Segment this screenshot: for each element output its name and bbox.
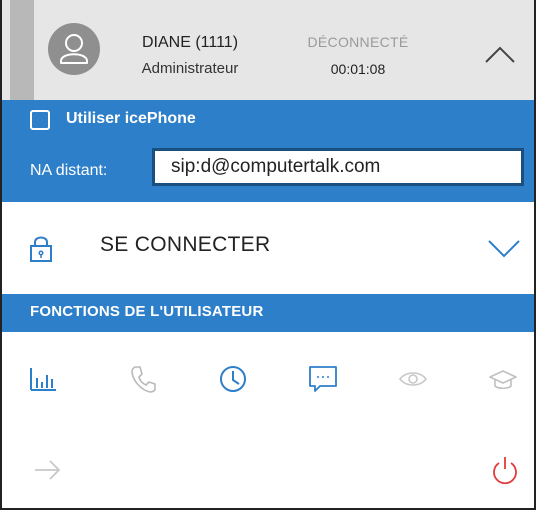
- bar-chart-icon[interactable]: [28, 364, 58, 394]
- avatar: [48, 23, 100, 75]
- eye-icon[interactable]: [398, 364, 428, 394]
- power-icon[interactable]: [490, 455, 520, 485]
- use-icephone-checkbox[interactable]: [30, 110, 50, 130]
- clock-icon[interactable]: [218, 364, 248, 394]
- user-role: Administrateur: [141, 60, 239, 77]
- remote-na-input[interactable]: [152, 148, 524, 186]
- remote-na-label: NA distant:: [30, 162, 108, 179]
- user-functions-title: FONCTIONS DE L'UTILISATEUR: [30, 303, 264, 320]
- chat-icon[interactable]: [308, 364, 338, 394]
- arrow-right-icon[interactable]: [32, 455, 62, 485]
- phone-icon[interactable]: [128, 364, 158, 394]
- use-icephone-label: Utiliser icePhone: [66, 110, 196, 127]
- user-name: DIANE (1111): [141, 34, 239, 51]
- agent-header: DIANE (1111) Administrateur DÉCONNECTÉ 0…: [2, 0, 534, 100]
- graduation-cap-icon[interactable]: [488, 364, 518, 394]
- chevron-down-icon[interactable]: [486, 236, 522, 260]
- collapse-button[interactable]: [480, 38, 520, 68]
- user-icon: [60, 34, 88, 64]
- header-drag-strip: [10, 0, 34, 100]
- connection-status: DÉCONNECTÉ: [307, 34, 409, 50]
- status-timer: 00:01:08: [330, 61, 386, 77]
- agent-panel: DIANE (1111) Administrateur DÉCONNECTÉ 0…: [0, 0, 536, 510]
- lock-icon: [30, 236, 52, 262]
- chevron-up-icon: [485, 46, 515, 63]
- connect-label: SE CONNECTER: [100, 233, 271, 256]
